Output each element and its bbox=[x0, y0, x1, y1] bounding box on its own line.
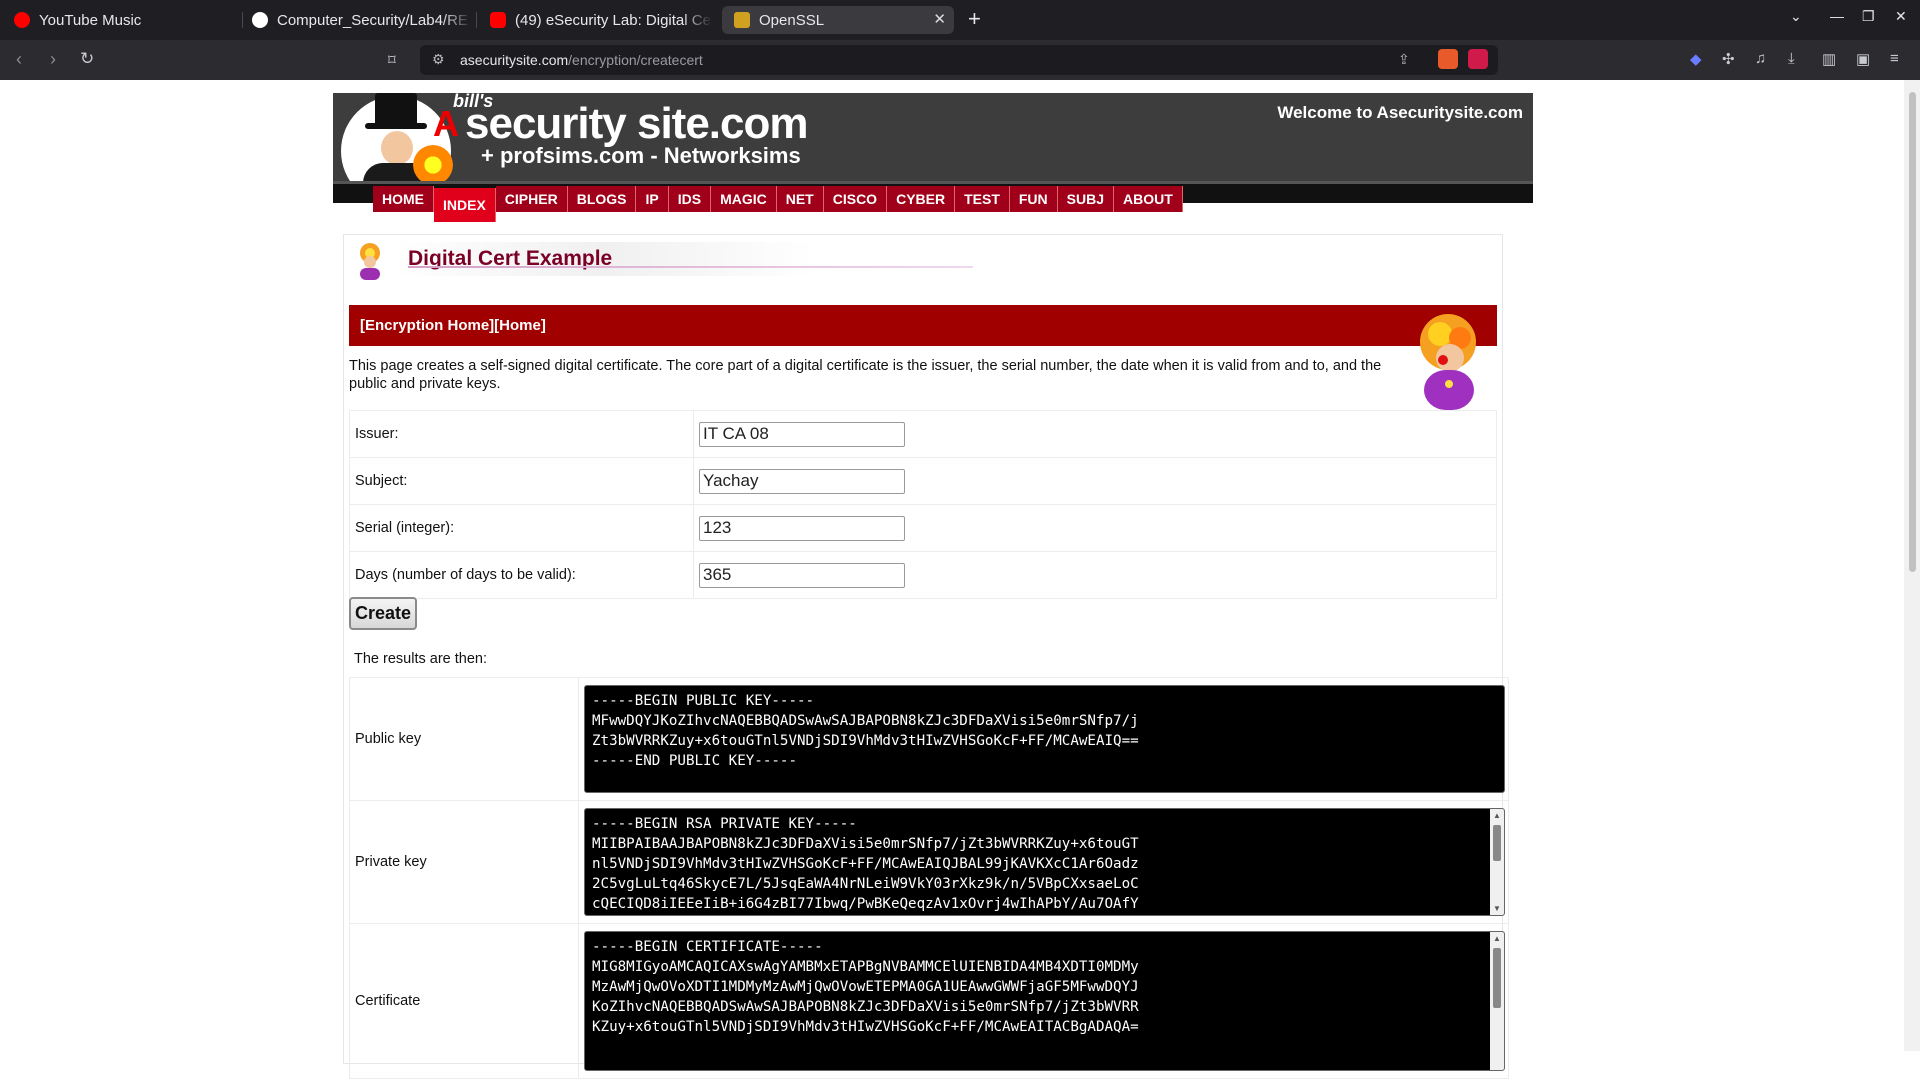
wallet-icon[interactable]: ▣ bbox=[1856, 50, 1870, 68]
menu-cipher[interactable]: CIPHER bbox=[495, 186, 568, 212]
downloads-icon[interactable]: ⤓ bbox=[1788, 50, 1795, 67]
clown-icon bbox=[360, 243, 380, 280]
tab-youtube-music[interactable]: YouTube Music bbox=[2, 6, 240, 34]
tab-title: OpenSSL bbox=[759, 11, 825, 29]
private-key-text: -----BEGIN RSA PRIVATE KEY----- MIIBPAIB… bbox=[592, 816, 1139, 912]
asecuritysite-favicon bbox=[734, 12, 750, 28]
menu-blogs[interactable]: BLOGS bbox=[567, 186, 637, 212]
subject-input[interactable] bbox=[699, 468, 905, 494]
menu-fun[interactable]: FUN bbox=[1009, 186, 1058, 212]
public-key-textarea[interactable]: -----BEGIN PUBLIC KEY----- MFwwDQYJKoZIh… bbox=[584, 685, 1505, 793]
result-row-certificate: Certificate -----BEGIN CERTIFICATE----- … bbox=[349, 923, 1509, 1079]
certificate-scrollbar[interactable]: ▲ bbox=[1490, 932, 1504, 1070]
serial-input[interactable] bbox=[699, 515, 905, 541]
breadcrumb-bar: [Encryption Home][Home] bbox=[349, 305, 1497, 346]
intro-text: This page creates a self-signed digital … bbox=[349, 358, 1382, 392]
site-menu: HOME INDEX CIPHER BLOGS IP IDS MAGIC NET… bbox=[373, 186, 1183, 222]
close-tab-icon[interactable]: ✕ bbox=[933, 10, 946, 28]
menu-ip[interactable]: IP bbox=[636, 186, 669, 212]
maximize-icon[interactable]: ❐ bbox=[1862, 8, 1875, 25]
github-icon bbox=[252, 12, 268, 28]
menu-cyber[interactable]: CYBER bbox=[887, 186, 956, 212]
top-hat-icon bbox=[375, 93, 417, 125]
menu-index[interactable]: INDEX bbox=[434, 188, 496, 222]
days-label: Days (number of days to be valid): bbox=[349, 551, 694, 599]
certificate-text: -----BEGIN CERTIFICATE----- MIG8MIGyoAMC… bbox=[592, 939, 1139, 1035]
public-key-label: Public key bbox=[349, 677, 579, 801]
scroll-down-icon[interactable]: ▼ bbox=[1493, 904, 1501, 913]
create-button[interactable]: Create bbox=[349, 597, 417, 630]
menu-cisco[interactable]: CISCO bbox=[823, 186, 888, 212]
site-banner: A bill's security site.com + profsims.co… bbox=[333, 91, 1533, 206]
brave-shields-icon[interactable] bbox=[1438, 49, 1458, 69]
extensions-icon[interactable]: ✣ bbox=[1722, 50, 1735, 68]
site-settings-icon[interactable]: ⚙ bbox=[432, 51, 445, 68]
menu-ids[interactable]: IDS bbox=[668, 186, 712, 212]
issuer-label: Issuer: bbox=[349, 410, 694, 458]
scroll-up-icon[interactable]: ▲ bbox=[1493, 811, 1501, 820]
sidebar-icon[interactable]: ▥ bbox=[1822, 50, 1836, 68]
site-title[interactable]: security site.com bbox=[465, 99, 808, 149]
private-key-label: Private key bbox=[349, 800, 579, 924]
youtube-music-icon bbox=[14, 12, 30, 28]
url-text: asecuritysite.com/encryption/createcert bbox=[460, 52, 703, 68]
youtube-icon bbox=[490, 12, 506, 28]
menu-subj[interactable]: SUBJ bbox=[1057, 186, 1115, 212]
brave-rewards-icon[interactable] bbox=[1468, 49, 1488, 69]
tab-github[interactable]: Computer_Security/Lab4/RE bbox=[240, 6, 472, 34]
media-icon[interactable]: ♫ bbox=[1755, 50, 1766, 67]
scroll-up-icon[interactable]: ▲ bbox=[1493, 934, 1501, 943]
menu-about[interactable]: ABOUT bbox=[1114, 186, 1183, 212]
days-input[interactable] bbox=[699, 562, 905, 588]
menu-icon[interactable]: ≡ bbox=[1890, 50, 1899, 67]
site-subtitle: + profsims.com - Networksims bbox=[481, 143, 801, 168]
results-label: The results are then: bbox=[354, 651, 487, 667]
bookmark-icon[interactable]: ⌑ bbox=[388, 51, 396, 69]
form-row-subject: Subject: bbox=[349, 457, 1497, 505]
private-key-textarea[interactable]: -----BEGIN RSA PRIVATE KEY----- MIIBPAIB… bbox=[584, 808, 1505, 916]
result-row-public-key: Public key -----BEGIN PUBLIC KEY----- MF… bbox=[349, 677, 1509, 801]
breadcrumb[interactable]: [Encryption Home][Home] bbox=[360, 317, 546, 334]
form-row-issuer: Issuer: bbox=[349, 410, 1497, 458]
share-icon[interactable]: ⇪ bbox=[1398, 51, 1410, 68]
close-window-icon[interactable]: ✕ bbox=[1895, 8, 1907, 25]
new-tab-icon[interactable]: + bbox=[968, 6, 981, 32]
reload-icon[interactable]: ↻ bbox=[80, 49, 94, 69]
page-scrollbar-thumb[interactable] bbox=[1909, 92, 1916, 572]
form-row-days: Days (number of days to be valid): bbox=[349, 551, 1497, 599]
clown-mascot-icon bbox=[1420, 314, 1476, 410]
browser-toolbar: ‹ › ↻ ⌑ ⚙ asecuritysite.com/encryption/c… bbox=[0, 40, 1920, 80]
private-key-scrollbar[interactable]: ▲ ▼ bbox=[1490, 809, 1504, 915]
menu-magic[interactable]: MAGIC bbox=[711, 186, 777, 212]
certificate-textarea[interactable]: -----BEGIN CERTIFICATE----- MIG8MIGyoAMC… bbox=[584, 931, 1505, 1071]
address-bar[interactable]: ⚙ asecuritysite.com/encryption/createcer… bbox=[420, 45, 1498, 75]
page-scrollbar[interactable] bbox=[1904, 80, 1920, 1051]
mascot-face bbox=[381, 131, 413, 165]
tab-list-chevron-icon[interactable]: ⌄ bbox=[1790, 8, 1802, 25]
certificate-label: Certificate bbox=[349, 923, 579, 1079]
tab-title: Computer_Security/Lab4/RE bbox=[277, 11, 468, 29]
result-row-private-key: Private key -----BEGIN RSA PRIVATE KEY--… bbox=[349, 800, 1509, 924]
public-key-text: -----BEGIN PUBLIC KEY----- MFwwDQYJKoZIh… bbox=[592, 693, 1139, 769]
tab-youtube-video[interactable]: (49) eSecurity Lab: Digital Ce bbox=[478, 6, 712, 34]
bitwarden-icon[interactable]: ◆ bbox=[1690, 50, 1702, 68]
browser-tab-strip: YouTube Music Computer_Security/Lab4/RE … bbox=[0, 0, 1920, 40]
menu-test[interactable]: TEST bbox=[955, 186, 1010, 212]
back-icon[interactable]: ‹ bbox=[16, 49, 22, 70]
form-row-serial: Serial (integer): bbox=[349, 504, 1497, 552]
menu-home[interactable]: HOME bbox=[373, 186, 434, 212]
flower-icon bbox=[413, 145, 453, 185]
tab-openssl[interactable]: OpenSSL ✕ bbox=[722, 6, 954, 34]
serial-label: Serial (integer): bbox=[349, 504, 694, 552]
results-table: Public key -----BEGIN PUBLIC KEY----- MF… bbox=[349, 677, 1509, 1079]
minimize-icon[interactable]: — bbox=[1830, 8, 1844, 24]
cert-form: Issuer: Subject: Serial (integer): Days … bbox=[349, 410, 1497, 599]
subject-label: Subject: bbox=[349, 457, 694, 505]
forward-icon[interactable]: › bbox=[50, 49, 56, 70]
tab-title: YouTube Music bbox=[39, 11, 142, 29]
welcome-text: Welcome to Asecuritysite.com bbox=[1277, 103, 1523, 122]
menu-net[interactable]: NET bbox=[776, 186, 824, 212]
issuer-input[interactable] bbox=[699, 421, 905, 447]
